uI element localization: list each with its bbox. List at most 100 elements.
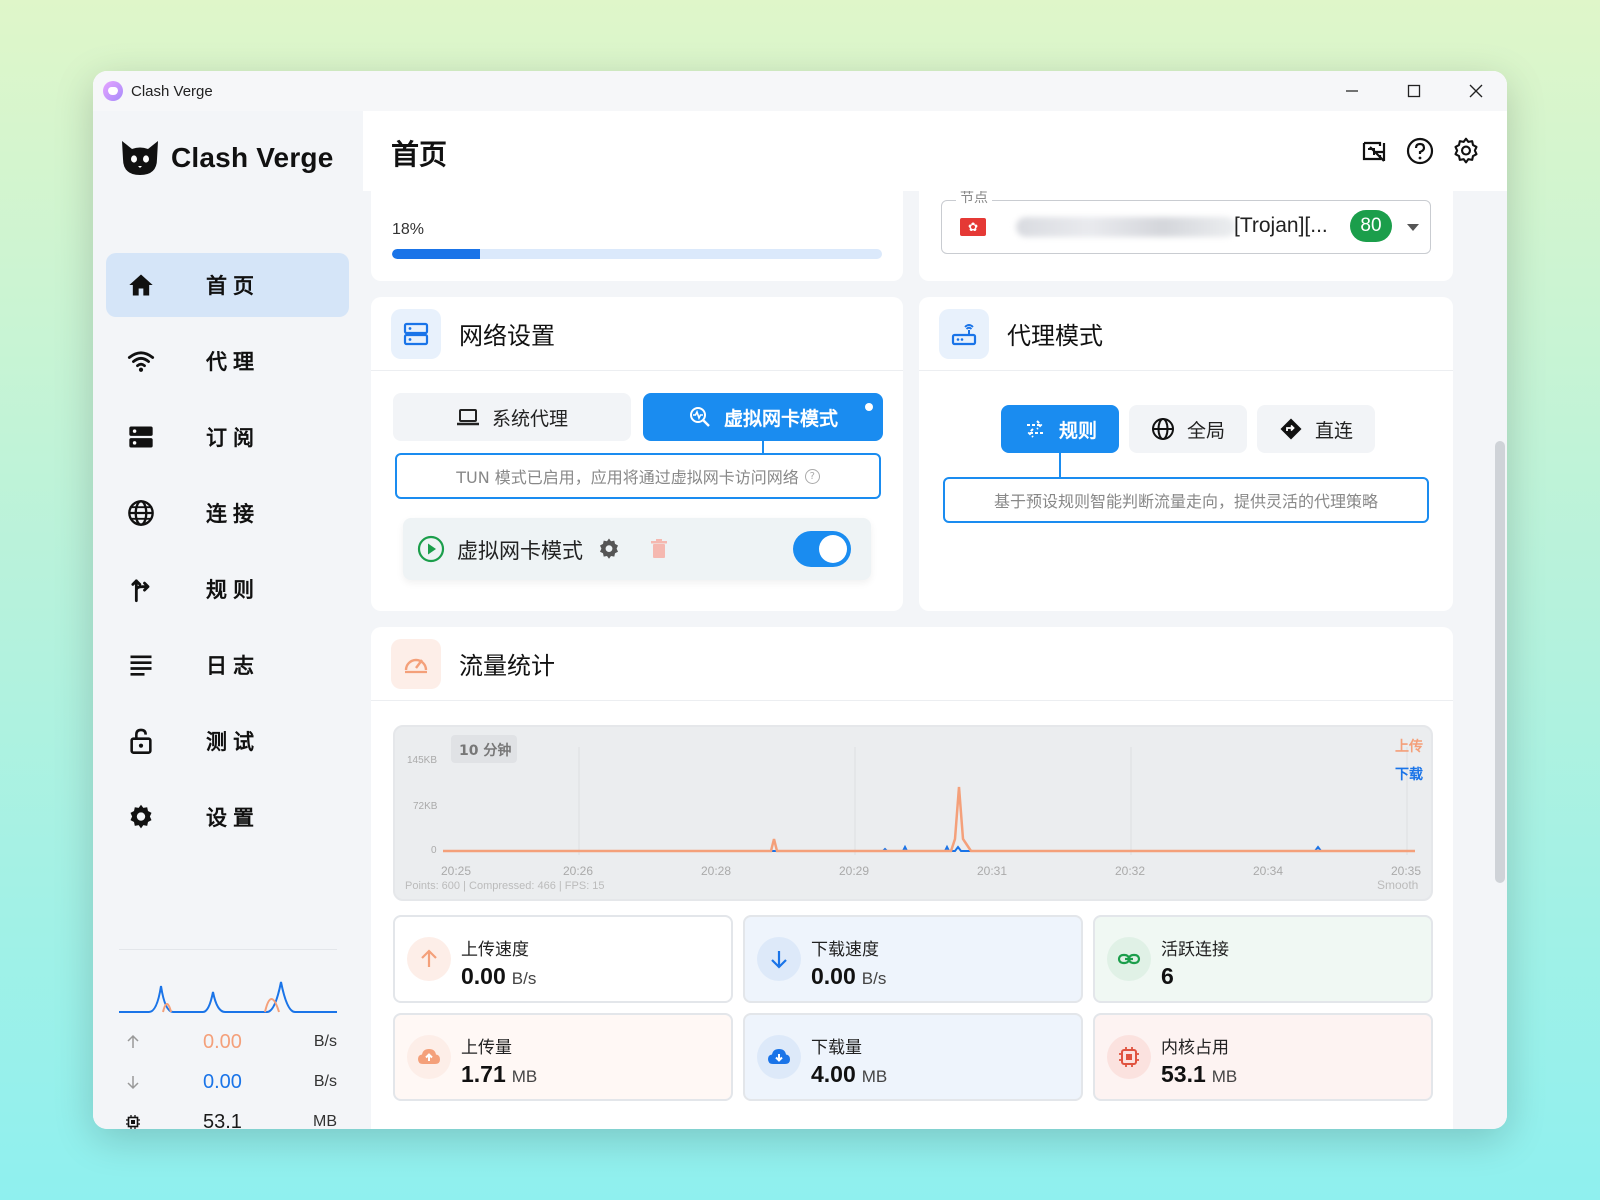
page-title: 首页 — [391, 138, 448, 171]
stat-unit: B/s — [861, 969, 887, 988]
tun-info-text: TUN 模式已启用，应用将通过虚拟网卡访问网络 — [456, 468, 799, 487]
upload-series-line — [443, 786, 1415, 853]
x-tick-label: 20:26 — [563, 864, 593, 878]
brand: Clash Verge — [119, 137, 334, 179]
stat-value: 0.00 — [461, 963, 506, 989]
minimize-icon — [1346, 90, 1358, 92]
nav-label: 测试 — [206, 730, 260, 754]
network-check-icon — [689, 407, 710, 427]
nav-item-settings[interactable]: 设置 — [106, 785, 349, 849]
x-tick-label: 20:28 — [701, 864, 731, 878]
tun-info-box: TUN 模式已启用，应用将通过虚拟网卡访问网络 ? — [395, 453, 881, 499]
mode-rule-label: 规则 — [1058, 419, 1097, 442]
help-icon[interactable]: ? — [804, 468, 820, 484]
stat-unit: MB — [861, 1067, 888, 1086]
stat-value: 1.71 — [461, 1061, 506, 1087]
sidebar-memory-unit: MB — [313, 1113, 337, 1129]
network-settings-icon-box — [391, 308, 441, 359]
system-proxy-button[interactable]: 系统代理 — [393, 393, 631, 441]
card-title: 流量统计 — [459, 652, 555, 680]
mode-global-label: 全局 — [1186, 419, 1225, 442]
speed-icon — [404, 658, 428, 673]
nav-item-home[interactable]: 首页 — [106, 253, 349, 317]
delete-icon[interactable] — [649, 538, 669, 560]
legend-download[interactable]: 下载 — [1395, 766, 1423, 783]
hk-flag-icon: ✿ — [960, 218, 986, 236]
node-name-blurred — [1016, 217, 1236, 237]
chip-icon — [1119, 1047, 1139, 1067]
page-header: 首页 — [363, 111, 1507, 191]
arrow-down-icon — [771, 951, 787, 969]
sidebar-download-row: 0.00 B/s — [119, 1062, 337, 1102]
help-button[interactable] — [1405, 136, 1435, 166]
upload-speed-card: 上传速度 0.00 B/s — [393, 915, 733, 1003]
x-tick-label: 20:25 — [441, 864, 471, 878]
x-tick-label: 20:29 — [839, 864, 869, 878]
node-select[interactable]: 节点 ✿ [Trojan][... 80 — [941, 191, 1431, 254]
hide-window-icon — [1362, 141, 1386, 162]
nav-item-test[interactable]: 测试 — [106, 709, 349, 773]
nav-label: 订阅 — [206, 426, 260, 450]
window-title: Clash Verge — [131, 82, 213, 100]
stat-label: 下载速度 — [811, 940, 879, 960]
node-name: [Trojan][... — [1234, 214, 1328, 237]
mode-rule-button[interactable]: 规则 — [1001, 405, 1119, 453]
tun-mode-button[interactable]: 虚拟网卡模式 — [643, 393, 883, 441]
settings-button[interactable] — [1451, 136, 1481, 166]
usage-progress-fill — [392, 249, 481, 259]
traffic-chart[interactable]: 10 分钟 145KB 72KB 0 上传 下载 20:25 20:26 20:… — [393, 725, 1433, 901]
stat-value: 4.00 — [811, 1061, 856, 1087]
sidebar-memory-value: 53.1 — [203, 1110, 242, 1130]
sidebar-upload-row: 0.00 B/s — [119, 1022, 337, 1062]
nav-item-connections[interactable]: 连接 — [106, 481, 349, 545]
legend-upload[interactable]: 上传 — [1395, 738, 1423, 755]
chart-smooth-toggle[interactable]: Smooth — [1377, 878, 1418, 892]
current-profile-card: 18% — [371, 191, 903, 281]
close-button[interactable] — [1445, 71, 1507, 111]
x-tick-label: 20:31 — [977, 864, 1007, 878]
usage-progress-label: 18% — [392, 221, 425, 238]
tun-toggle-switch[interactable] — [793, 531, 851, 567]
mode-direct-label: 直连 — [1314, 419, 1353, 442]
arrow-up-icon — [127, 1034, 139, 1048]
nav-label: 连接 — [206, 502, 260, 526]
current-node-card: 节点 ✿ [Trojan][... 80 — [919, 191, 1453, 281]
wifi-icon — [127, 351, 155, 372]
stat-value: 53.1 — [1161, 1061, 1206, 1087]
y-tick-label: 145KB — [407, 755, 437, 766]
network-settings-card: 网络设置 系统代理 虚拟网卡模式 TUN 模式已启用，应用将通过虚拟网卡访问网络… — [371, 297, 903, 611]
sidebar-download-value: 0.00 — [203, 1070, 242, 1093]
mode-global-button[interactable]: 全局 — [1129, 405, 1247, 453]
active-connections-card[interactable]: 活跃连接 6 — [1093, 915, 1433, 1003]
proxy-mode-card: 代理模式 规则 全局 直连 基于预设规则智能判断流量走向，提供灵活的代理策略 — [919, 297, 1453, 611]
gear-icon[interactable] — [597, 537, 621, 561]
x-tick-label: 20:35 — [1391, 864, 1421, 878]
mode-direct-button[interactable]: 直连 — [1257, 405, 1375, 453]
nav-item-subscription[interactable]: 订阅 — [106, 405, 349, 469]
sidebar-upload-value: 0.00 — [203, 1030, 242, 1053]
system-proxy-label: 系统代理 — [491, 407, 568, 430]
tun-mode-label: 虚拟网卡模式 — [723, 407, 838, 430]
dns-icon — [129, 426, 153, 448]
uploaded-total-card: 上传量 1.71 MB — [393, 1013, 733, 1101]
maximize-button[interactable] — [1383, 71, 1445, 111]
minimize-button[interactable] — [1321, 71, 1383, 111]
core-memory-card[interactable]: 内核占用 53.1 MB — [1093, 1013, 1433, 1101]
lightweight-mode-button[interactable] — [1359, 136, 1389, 166]
nav-item-proxy[interactable]: 代理 — [106, 329, 349, 393]
link-icon — [1117, 953, 1141, 965]
app-logo-icon — [103, 81, 123, 101]
nav-item-rules[interactable]: 规则 — [106, 557, 349, 621]
home-icon — [129, 274, 153, 296]
play-circle-icon[interactable] — [417, 535, 445, 563]
dns-icon — [403, 322, 429, 345]
traffic-stats-card: 流量统计 10 分钟 145KB 72KB 0 上传 下载 20:25 20:2… — [371, 627, 1453, 1129]
latency-badge[interactable]: 80 — [1350, 210, 1392, 242]
nav-item-logs[interactable]: 日志 — [106, 633, 349, 697]
app-window: Clash Verge Clash Verge 首页 代理 订阅 连接 规则 日… — [93, 71, 1507, 1129]
tun-mode-row: 虚拟网卡模式 — [403, 518, 871, 580]
close-icon — [1469, 84, 1483, 98]
content-scrollbar[interactable] — [1495, 441, 1505, 883]
sidebar-download-unit: B/s — [313, 1073, 337, 1090]
proxy-mode-icon-box — [939, 308, 989, 359]
